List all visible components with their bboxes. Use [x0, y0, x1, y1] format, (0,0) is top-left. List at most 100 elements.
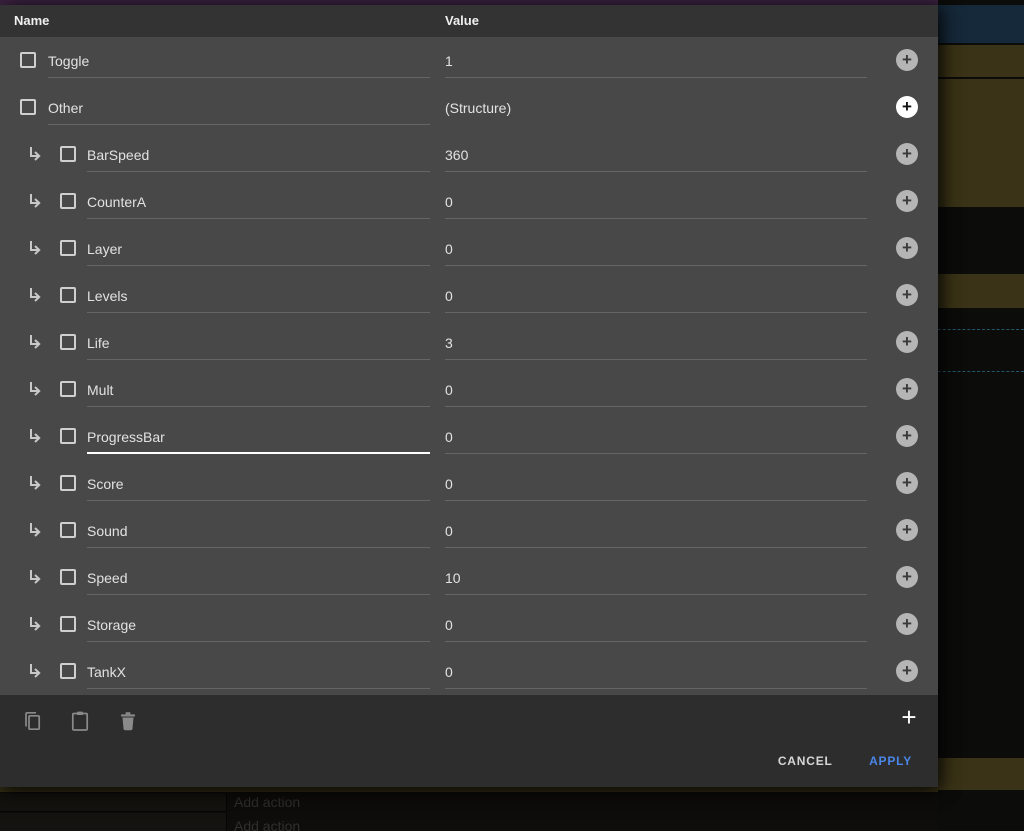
add-variable-button[interactable]: +: [896, 704, 922, 731]
add-child-variable-button[interactable]: +: [896, 284, 918, 306]
child-arrow-icon: [26, 661, 46, 681]
app-stage: Add action Add action Name Value Toggle …: [0, 0, 1024, 831]
variable-value-input[interactable]: 0: [445, 423, 867, 454]
column-header-name: Name: [14, 13, 50, 28]
row-checkbox[interactable]: [60, 475, 76, 491]
variable-value-input[interactable]: 0: [445, 376, 867, 407]
variable-value-input[interactable]: 360: [445, 141, 867, 172]
variable-name-input[interactable]: Mult: [87, 376, 430, 407]
add-child-variable-button[interactable]: +: [896, 237, 918, 259]
variable-name-input[interactable]: Score: [87, 470, 430, 501]
variable-row: Life 3 +: [0, 319, 938, 366]
row-checkbox[interactable]: [60, 381, 76, 397]
variable-value-input[interactable]: 0: [445, 517, 867, 548]
row-checkbox[interactable]: [20, 52, 36, 68]
event-block-olive: [938, 758, 1024, 790]
variable-value-input[interactable]: 0: [445, 470, 867, 501]
dialog-footer: + CANCEL APPLY: [0, 695, 938, 787]
add-child-variable-button[interactable]: +: [896, 331, 918, 353]
variable-name-input[interactable]: Toggle: [48, 47, 430, 78]
variable-name-input[interactable]: Life: [87, 329, 430, 360]
variable-row: Speed 10 +: [0, 554, 938, 601]
variable-name-input[interactable]: TankX: [87, 658, 430, 689]
row-checkbox[interactable]: [60, 616, 76, 632]
variable-value-input[interactable]: 0: [445, 282, 867, 313]
add-child-variable-button[interactable]: +: [896, 190, 918, 212]
events-sheet-bottom: Add action Add action: [0, 787, 938, 831]
add-child-variable-button[interactable]: +: [896, 472, 918, 494]
variable-name-input[interactable]: CounterA: [87, 188, 430, 219]
variable-value-input[interactable]: 10: [445, 564, 867, 595]
trash-icon[interactable]: [116, 709, 140, 733]
child-arrow-icon: [26, 567, 46, 587]
variable-name-input[interactable]: Sound: [87, 517, 430, 548]
dialog-table-header: Name Value: [0, 5, 938, 37]
variable-name-input[interactable]: Levels: [87, 282, 430, 313]
add-child-variable-button[interactable]: +: [896, 378, 918, 400]
event-block-teal: [938, 5, 1024, 43]
column-header-value: Value: [445, 13, 479, 28]
add-child-variable-button[interactable]: +: [896, 519, 918, 541]
add-child-variable-button[interactable]: +: [896, 660, 918, 682]
events-sheet-background: [938, 0, 1024, 831]
paste-icon[interactable]: [68, 709, 92, 733]
condition-cell: [0, 793, 227, 812]
child-arrow-icon: [26, 285, 46, 305]
row-checkbox[interactable]: [60, 428, 76, 444]
variable-name-input[interactable]: Speed: [87, 564, 430, 595]
add-child-variable-button[interactable]: +: [896, 566, 918, 588]
child-arrow-icon: [26, 614, 46, 634]
variable-value-input[interactable]: 0: [445, 235, 867, 266]
variable-row: Layer 0 +: [0, 225, 938, 272]
event-block-olive: [938, 45, 1024, 77]
add-child-variable-button[interactable]: +: [896, 425, 918, 447]
event-block-olive: [938, 79, 1024, 207]
variable-row: Sound 0 +: [0, 507, 938, 554]
variable-value-input[interactable]: 1: [445, 47, 867, 78]
drop-indicator-line: [938, 371, 1024, 372]
dialog-actions: CANCEL APPLY: [770, 748, 920, 774]
row-checkbox[interactable]: [60, 193, 76, 209]
row-checkbox[interactable]: [60, 146, 76, 162]
add-child-variable-button[interactable]: +: [896, 613, 918, 635]
variable-name-input[interactable]: Storage: [87, 611, 430, 642]
variable-row: Toggle 1 +: [0, 37, 938, 84]
copy-icon[interactable]: [20, 709, 44, 733]
variable-value-input[interactable]: 0: [445, 658, 867, 689]
variable-row: Storage 0 +: [0, 601, 938, 648]
variable-row: Mult 0 +: [0, 366, 938, 413]
variable-name-input[interactable]: ProgressBar: [87, 423, 430, 454]
variable-name-input[interactable]: Layer: [87, 235, 430, 266]
variable-row: ProgressBar 0 +: [0, 413, 938, 460]
variable-row: TankX 0 +: [0, 648, 938, 695]
variable-row: BarSpeed 360 +: [0, 131, 938, 178]
variable-value-input[interactable]: 0: [445, 188, 867, 219]
row-checkbox[interactable]: [60, 240, 76, 256]
row-checkbox[interactable]: [60, 663, 76, 679]
child-arrow-icon: [26, 379, 46, 399]
row-checkbox[interactable]: [60, 287, 76, 303]
apply-button[interactable]: APPLY: [861, 748, 920, 774]
event-block-olive: [938, 274, 1024, 308]
add-child-variable-button[interactable]: +: [896, 96, 918, 118]
variable-value-input[interactable]: 0: [445, 611, 867, 642]
add-action-link[interactable]: Add action: [234, 818, 300, 831]
row-checkbox[interactable]: [20, 99, 36, 115]
row-checkbox[interactable]: [60, 522, 76, 538]
variable-row: Levels 0 +: [0, 272, 938, 319]
variable-name-input[interactable]: Other: [48, 94, 430, 125]
variable-name-input[interactable]: BarSpeed: [87, 141, 430, 172]
variable-value-input[interactable]: (Structure): [445, 94, 867, 125]
variables-list: Toggle 1 + Other (Structure) + BarSpeed …: [0, 37, 938, 695]
variable-value-input[interactable]: 3: [445, 329, 867, 360]
cancel-button[interactable]: CANCEL: [770, 748, 841, 774]
add-child-variable-button[interactable]: +: [896, 49, 918, 71]
add-child-variable-button[interactable]: +: [896, 143, 918, 165]
drop-indicator-line: [938, 329, 1024, 330]
child-arrow-icon: [26, 520, 46, 540]
row-checkbox[interactable]: [60, 334, 76, 350]
variable-row: Other (Structure) +: [0, 84, 938, 131]
add-action-link[interactable]: Add action: [234, 794, 300, 810]
child-arrow-icon: [26, 191, 46, 211]
row-checkbox[interactable]: [60, 569, 76, 585]
